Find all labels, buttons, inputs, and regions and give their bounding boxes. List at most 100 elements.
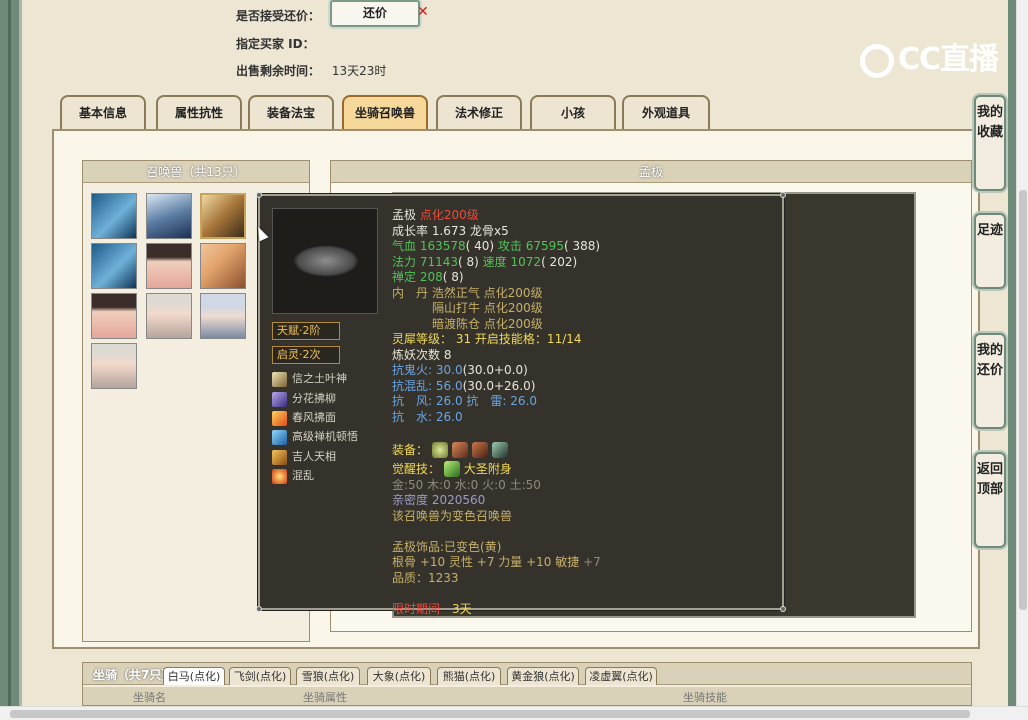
mount-title: 坐骑（共7只） [93,668,174,682]
pet-avatar[interactable] [91,293,137,339]
col-mount-attr: 坐骑属性 [303,691,347,704]
skill-icon [272,429,287,445]
growth-row: 成长率 1.673 龙骨x5 [392,223,509,238]
elements-row: 金:50 木:0 水:0 火:0 土:50 [392,477,541,492]
my-favorites-button[interactable]: 我的收藏 [974,95,1006,191]
corner-ornament [256,192,262,198]
horizontal-scroll-thumb[interactable] [10,710,970,718]
inner-dan-3: 暗渡陈仓 点化200级 [432,316,543,331]
res-wind-value: 26.0 [435,394,463,408]
res-chaos-detail: (30.0+26.0) [462,378,536,393]
time-left-label: 出售剩余时间： [236,64,321,78]
mount-tab[interactable]: 凌虚翼(点化) [585,667,657,685]
ornament-row: 孟极饰品:已变色(黄) [392,539,502,554]
buyer-id-label: 指定买家 ID： [236,37,315,51]
awaken-label: 觉醒技： [392,461,441,476]
mount-header: 坐骑（共7只） 白马(点化) 飞剑(点化) 雪狼(点化) 大象(点化) 熊猫(点… [83,663,971,685]
pet-avatar[interactable] [91,243,137,289]
pet-avatar[interactable] [91,193,137,239]
cc-live-logo: CC直播 [860,34,1000,78]
buyer-id-row: 指定买家 ID： [236,35,323,52]
mount-tab[interactable]: 黄金狼(点化) [507,667,579,685]
soul-label: 灵犀等级： [392,332,453,346]
accept-counter-row: 是否接受还价： [236,7,328,24]
bonus-extra: +7 [583,555,601,569]
back-to-top-button[interactable]: 返回顶部 [974,452,1006,548]
res-water-value: 26.0 [435,409,463,424]
spd-value: 1072 [510,254,542,269]
right-border [1008,0,1016,710]
tab-child[interactable]: 小孩 [530,95,616,130]
zen-value: 208 [419,270,443,284]
equip-icon[interactable] [451,442,468,458]
zen-label: 禅定 [392,270,417,284]
res-water-label: 抗 水: [392,409,433,424]
inner-dan-2: 隔山打牛 点化200级 [432,301,543,315]
inner-dan-label: 内 丹 [392,285,429,300]
mount-tab[interactable]: 大象(点化) [367,667,431,685]
close-icon[interactable]: ✕ [417,4,429,20]
pet-tooltip: 天赋·2阶 启灵·2次 信之土叶神 分花拂柳 春风拂面 高级禅机顿悟 吉人天相 … [256,192,786,616]
horizontal-scrollbar[interactable] [0,706,1028,720]
skill-item: 春风拂面 [272,409,336,427]
pet-avatar[interactable] [146,293,192,339]
tab-basic-info[interactable]: 基本信息 [60,95,146,130]
pet-avatar[interactable] [146,193,192,239]
pet-portrait [272,208,378,314]
soul-value: 31 开启技能格：11/14 [455,332,582,346]
limit-value: 3天 [452,601,472,616]
tab-equipment[interactable]: 装备法宝 [248,95,334,130]
equip-icon[interactable] [431,442,448,458]
res-chaos-label: 抗混乱: [392,378,433,393]
pet-avatar-selected[interactable] [200,193,246,239]
mount-tab[interactable]: 飞剑(点化) [229,667,291,685]
res-wind-label: 抗 风: [392,394,433,408]
corner-ornament [256,606,262,612]
equip-icon[interactable] [491,442,508,458]
accept-counter-label: 是否接受还价： [236,9,321,23]
mount-table-header: 坐骑名 坐骑属性 坐骑技能 [83,687,971,705]
mp-value: 71143 [419,254,459,269]
time-left-row: 出售剩余时间： 13天23时 [236,62,386,79]
spd-label: 速度 [482,254,507,269]
talent-badge: 天赋·2阶 [272,322,340,340]
pet-name: 孟极 [392,208,417,222]
my-counter-offers-button[interactable]: 我的还价 [974,333,1006,429]
skill-label: 信之土叶神 [292,372,347,385]
logo-text: CC直播 [898,42,999,77]
mount-tab[interactable]: 雪狼(点化) [296,667,360,685]
tab-attributes[interactable]: 属性抗性 [156,95,242,130]
tab-appearance[interactable]: 外观道具 [622,95,710,130]
left-border [0,0,22,720]
equip-icon[interactable] [471,442,488,458]
cc-logo-icon [860,43,894,78]
skill-icon [272,410,287,426]
awaken-icon [443,461,460,477]
hp-label: 气血 [392,239,417,253]
skill-label: 春风拂面 [292,411,336,424]
skill-label: 吉人天相 [292,450,336,463]
pet-avatar[interactable] [200,293,246,339]
mount-tab[interactable]: 白马(点化) [163,667,225,685]
vertical-scroll-thumb[interactable] [1019,190,1027,610]
counter-offer-button[interactable]: 还价 [330,0,420,27]
mount-tab[interactable]: 熊猫(点化) [437,667,501,685]
pet-avatar[interactable] [200,243,246,289]
vertical-scrollbar[interactable] [1016,0,1028,706]
pet-avatar[interactable] [91,343,137,389]
footprint-button[interactable]: 足迹 [974,213,1006,289]
tab-spell-correction[interactable]: 法术修正 [436,95,522,130]
res-thunder-value: 26.0 [510,394,538,408]
tab-mounts-pets[interactable]: 坐骑召唤兽 [342,95,428,130]
skill-item: 高级禅机顿悟 [272,428,358,446]
skill-label: 分花拂柳 [292,392,336,405]
res-fire-base: 30.0 [435,363,463,377]
res-fire-label: 抗鬼火: [392,363,433,377]
refine-count: 炼妖次数 8 [392,347,452,362]
col-mount-skill: 坐骑技能 [683,691,727,704]
pet-avatar[interactable] [146,243,192,289]
zen-extra: ( 8) [442,270,464,284]
intimacy-row: 亲密度 2020560 [392,493,486,507]
pet-silhouette [293,245,359,277]
res-chaos-base: 56.0 [435,378,463,393]
